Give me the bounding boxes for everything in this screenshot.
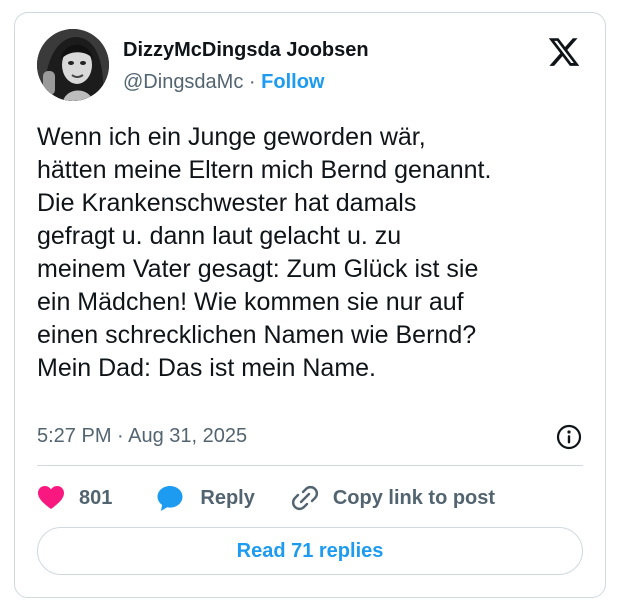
tweet-text-line: hätten meine Eltern mich Bernd genannt. — [37, 156, 492, 184]
author-handle-row: @DingsdaMc · Follow — [123, 71, 324, 94]
avatar-photo — [37, 29, 109, 101]
tweet-text-line: gefragt u. dann laut gelacht u. zu — [37, 222, 402, 250]
handle-separator: · — [248, 71, 256, 93]
tweet-timestamp[interactable]: 5:27 PM · Aug 31, 2025 — [37, 425, 247, 448]
link-icon — [291, 485, 318, 511]
tweet-card: DizzyMcDingsda Joobsen @DingsdaMc · Foll… — [14, 12, 606, 598]
tweet-text-line: einen schrecklichen Namen wie Bernd? — [37, 321, 477, 349]
copy-link-button[interactable]: Copy link to post — [291, 484, 495, 512]
tweet-text-line: meinem Vater gesagt: Zum Glück ist sie — [37, 255, 479, 283]
read-replies-button[interactable]: Read 71 replies — [37, 527, 583, 575]
tweet-text-line: Die Krankenschwester hat damals — [37, 189, 417, 217]
tweet-text-line: ein Mädchen! Wie kommen sie nur auf — [37, 288, 464, 316]
author-handle[interactable]: @DingsdaMc — [123, 71, 243, 93]
copy-link-label: Copy link to post — [332, 486, 496, 509]
author-display-name[interactable]: DizzyMcDingsda Joobsen — [123, 39, 369, 62]
reply-label: Reply — [200, 486, 255, 509]
follow-button[interactable]: Follow — [261, 71, 324, 93]
avatar[interactable] — [37, 29, 109, 101]
info-icon[interactable] — [555, 423, 583, 451]
like-button[interactable]: 801 — [37, 485, 112, 511]
tweet-text: Wenn ich ein Junge geworden wär, hätten … — [37, 121, 597, 385]
speech-bubble-icon — [157, 486, 183, 511]
reply-button[interactable]: Reply — [156, 484, 255, 512]
heart-icon — [38, 486, 64, 509]
tweet-text-line: Wenn ich ein Junge geworden wär, — [37, 123, 426, 151]
action-bar: 801 Reply Copy link to post — [37, 481, 495, 515]
like-count: 801 — [79, 486, 113, 509]
tweet-text-line: Mein Dad: Das ist mein Name. — [37, 354, 377, 382]
x-logo-icon[interactable] — [547, 35, 581, 69]
divider — [37, 465, 583, 466]
